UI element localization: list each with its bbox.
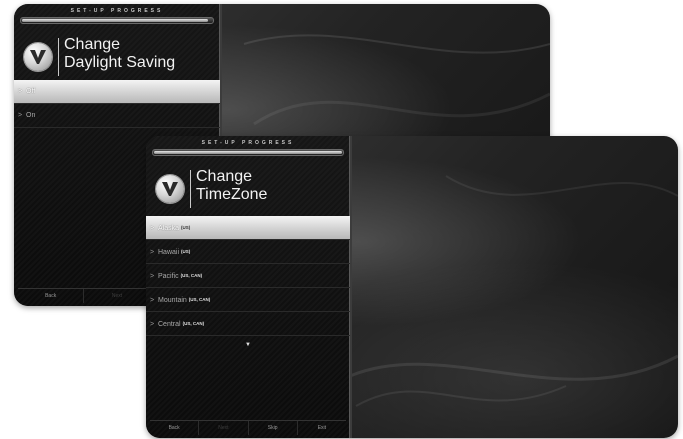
title-line-2: TimeZone xyxy=(196,186,268,203)
title-divider xyxy=(58,38,59,76)
region-label: (US) xyxy=(181,249,191,254)
title-divider xyxy=(190,170,191,208)
page-title: Change TimeZone xyxy=(196,168,267,204)
back-button[interactable]: Back xyxy=(150,421,200,435)
timezone-options: > Alaska (US) > Hawaii (US) > Pacific (US, CAN… xyxy=(146,216,350,336)
timezone-hawaii[interactable]: > Hawaii (US) xyxy=(146,240,350,264)
next-button[interactable]: Next xyxy=(84,289,151,303)
title-line-2: Daylight Saving xyxy=(64,54,176,71)
page-title: Change Daylight Saving xyxy=(64,36,175,72)
option-on[interactable]: > On xyxy=(14,104,220,128)
chevron-down-icon[interactable]: ▼ xyxy=(146,342,350,348)
timezone-label: Hawaii xyxy=(158,249,180,256)
progress-label: SET-UP PROGRESS xyxy=(201,140,295,146)
option-label: On xyxy=(26,112,36,119)
next-button[interactable]: Next xyxy=(199,421,249,435)
dialog-header: Change Daylight Saving xyxy=(24,34,214,80)
chevron-right-icon: > xyxy=(18,112,23,119)
timezone-alaska[interactable]: > Alaska (US) xyxy=(146,216,350,240)
timezone-mountain[interactable]: > Mountain (US, CAN) xyxy=(146,288,350,312)
timezone-label: Mountain xyxy=(158,297,187,304)
title-line-1: Change xyxy=(64,36,121,53)
chevron-right-icon: > xyxy=(18,88,23,95)
title-line-1: Change xyxy=(196,168,253,185)
timezone-label: Central xyxy=(158,321,181,328)
back-button[interactable]: Back xyxy=(18,289,85,303)
timezone-panel: SET-UP PROGRESS Change TimeZone > Alaska(… xyxy=(146,136,352,438)
timezone-label: Pacific xyxy=(158,273,179,280)
vizio-v-logo-icon xyxy=(24,43,52,71)
daylight-saving-options: > Off > On xyxy=(14,80,220,128)
setup-progress: SET-UP PROGRESS xyxy=(152,140,344,160)
progress-bar xyxy=(20,17,214,24)
timezone-label: Alaska xyxy=(158,225,180,232)
vizio-v-logo-icon xyxy=(156,175,184,203)
chevron-right-icon: > xyxy=(150,321,155,328)
timezone-pacific[interactable]: > Pacific (US, CAN) xyxy=(146,264,350,288)
region-label: (US) xyxy=(181,225,191,230)
option-off[interactable]: > Off xyxy=(14,80,220,104)
chevron-right-icon: > xyxy=(150,249,155,256)
option-label: Off xyxy=(26,88,36,95)
dialog-footer: Back Next Skip Exit xyxy=(150,420,346,435)
region-label: (US, CAN) xyxy=(182,321,205,326)
region-label: (US, CAN) xyxy=(188,297,211,302)
progress-bar xyxy=(152,149,344,156)
skip-button[interactable]: Skip xyxy=(249,421,298,435)
chevron-right-icon: > xyxy=(150,273,155,280)
chevron-right-icon: > xyxy=(150,297,155,304)
progress-label: SET-UP PROGRESS xyxy=(70,8,164,14)
dialog-header: Change TimeZone xyxy=(156,166,344,212)
region-label: (US, CAN) xyxy=(180,273,203,278)
exit-button[interactable]: Exit xyxy=(298,421,346,435)
chevron-right-icon: > xyxy=(150,225,155,232)
progress-fill xyxy=(22,19,209,22)
front-tv-screen: SET-UP PROGRESS Change TimeZone > Alaska(… xyxy=(146,136,678,438)
progress-fill xyxy=(154,151,343,154)
setup-progress: SET-UP PROGRESS xyxy=(20,8,214,28)
timezone-central[interactable]: > Central (US, CAN) xyxy=(146,312,350,336)
